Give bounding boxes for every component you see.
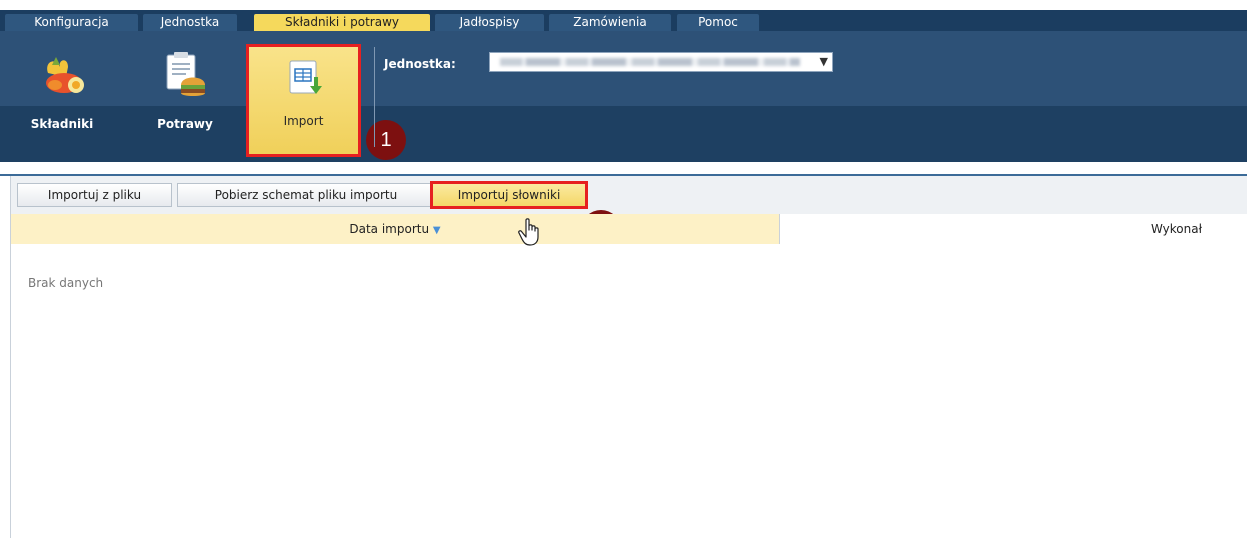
import-from-file-button[interactable]: Importuj z pliku bbox=[17, 183, 172, 207]
download-schema-button[interactable]: Pobierz schemat pliku importu bbox=[177, 183, 435, 207]
import-button[interactable]: Import bbox=[246, 44, 361, 157]
tab-zamowienia[interactable]: Zamówienia bbox=[549, 14, 671, 31]
import-toolbar: Importuj z pliku Pobierz schemat pliku i… bbox=[10, 176, 1247, 214]
dishes-label: Potrawy bbox=[157, 117, 213, 131]
sort-desc-icon: ▼ bbox=[432, 225, 441, 236]
cropped-instruction-text bbox=[0, 0, 1247, 10]
import-icon bbox=[284, 57, 328, 105]
step-badge-1: 1 bbox=[366, 120, 406, 160]
ribbon-separator bbox=[374, 47, 375, 147]
tab-skladniki-i-potrawy[interactable]: Składniki i potrawy bbox=[254, 14, 430, 31]
unit-select-value-redacted bbox=[500, 58, 800, 66]
chevron-down-icon: ▼ bbox=[819, 55, 828, 68]
column-header-import-date[interactable]: Data importu ▼ bbox=[11, 214, 780, 244]
tab-jednostka[interactable]: Jednostka bbox=[143, 14, 237, 31]
dishes-icon bbox=[163, 51, 207, 103]
unit-label: Jednostka: bbox=[384, 57, 456, 71]
main-menu-bar: Konfiguracja Jednostka Składniki i potra… bbox=[0, 10, 1247, 31]
hand-pointer-cursor-icon bbox=[518, 218, 544, 250]
unit-select[interactable]: ▼ bbox=[489, 52, 833, 72]
tab-konfiguracja[interactable]: Konfiguracja bbox=[5, 14, 138, 31]
content-top-gap bbox=[0, 162, 1247, 174]
ingredients-button[interactable]: Składniki bbox=[22, 31, 102, 157]
import-label: Import bbox=[283, 114, 324, 128]
ingredients-label: Składniki bbox=[30, 117, 94, 131]
ingredients-icon bbox=[42, 53, 86, 101]
grid-header: Data importu ▼ Wykonał bbox=[10, 214, 1247, 244]
dishes-button[interactable]: Potrawy bbox=[145, 31, 225, 157]
main-content: Importuj z pliku Pobierz schemat pliku i… bbox=[0, 162, 1247, 538]
tab-jadlospisy[interactable]: Jadłospisy bbox=[435, 14, 544, 31]
ribbon-toolbar: Składniki Potrawy Import 1 Jednostka: ▼ bbox=[0, 31, 1247, 162]
grid-body: Brak danych bbox=[10, 244, 1247, 538]
import-dictionaries-button[interactable]: Importuj słowniki bbox=[430, 181, 588, 209]
tab-pomoc[interactable]: Pomoc bbox=[677, 14, 759, 31]
empty-state-text: Brak danych bbox=[28, 276, 104, 290]
column-header-performed-by[interactable]: Wykonał bbox=[780, 214, 1247, 244]
column-header-import-date-label: Data importu bbox=[349, 222, 430, 236]
